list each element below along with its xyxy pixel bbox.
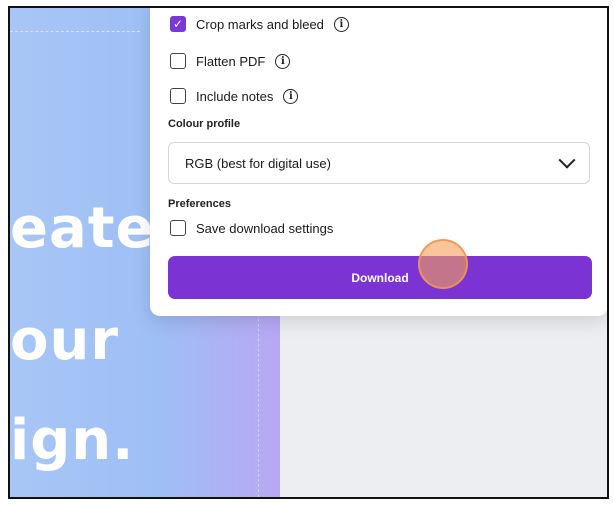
flatten-pdf-option[interactable]: Flatten PDF i <box>170 49 291 73</box>
crop-marks-option[interactable]: ✓ Crop marks and bleed i <box>170 12 349 36</box>
info-icon[interactable]: i <box>333 16 349 32</box>
colour-profile-value: RGB (best for digital use) <box>185 155 331 171</box>
info-icon[interactable]: i <box>275 53 291 69</box>
flatten-pdf-label: Flatten PDF <box>196 53 266 69</box>
chevron-down-icon <box>558 151 576 169</box>
colour-profile-label: Colour profile <box>168 118 241 130</box>
design-text-line: eate <box>10 196 155 261</box>
cursor-highlight <box>418 239 468 289</box>
flatten-pdf-checkbox[interactable] <box>170 53 186 69</box>
include-notes-label: Include notes <box>196 88 274 104</box>
download-panel: ✓ Crop marks and bleed i Flatten PDF i I… <box>150 8 607 316</box>
include-notes-option[interactable]: Include notes i <box>170 84 299 108</box>
preferences-label: Preferences <box>168 198 231 210</box>
colour-profile-select[interactable]: RGB (best for digital use) <box>168 142 590 184</box>
save-settings-option[interactable]: Save download settings <box>170 216 333 240</box>
crop-marks-checkbox[interactable]: ✓ <box>170 16 186 32</box>
save-settings-label: Save download settings <box>196 220 334 236</box>
save-settings-checkbox[interactable] <box>170 220 186 236</box>
crop-marks-label: Crop marks and bleed <box>196 16 324 32</box>
screen-frame: eate our ign. ✓ Crop marks and bleed i F… <box>8 6 609 499</box>
design-text-line: our <box>10 308 119 373</box>
design-text-line: ign. <box>10 408 135 473</box>
include-notes-checkbox[interactable] <box>170 88 186 104</box>
info-icon[interactable]: i <box>283 88 299 104</box>
guide-line <box>10 31 140 32</box>
download-button[interactable]: Download <box>168 256 592 299</box>
